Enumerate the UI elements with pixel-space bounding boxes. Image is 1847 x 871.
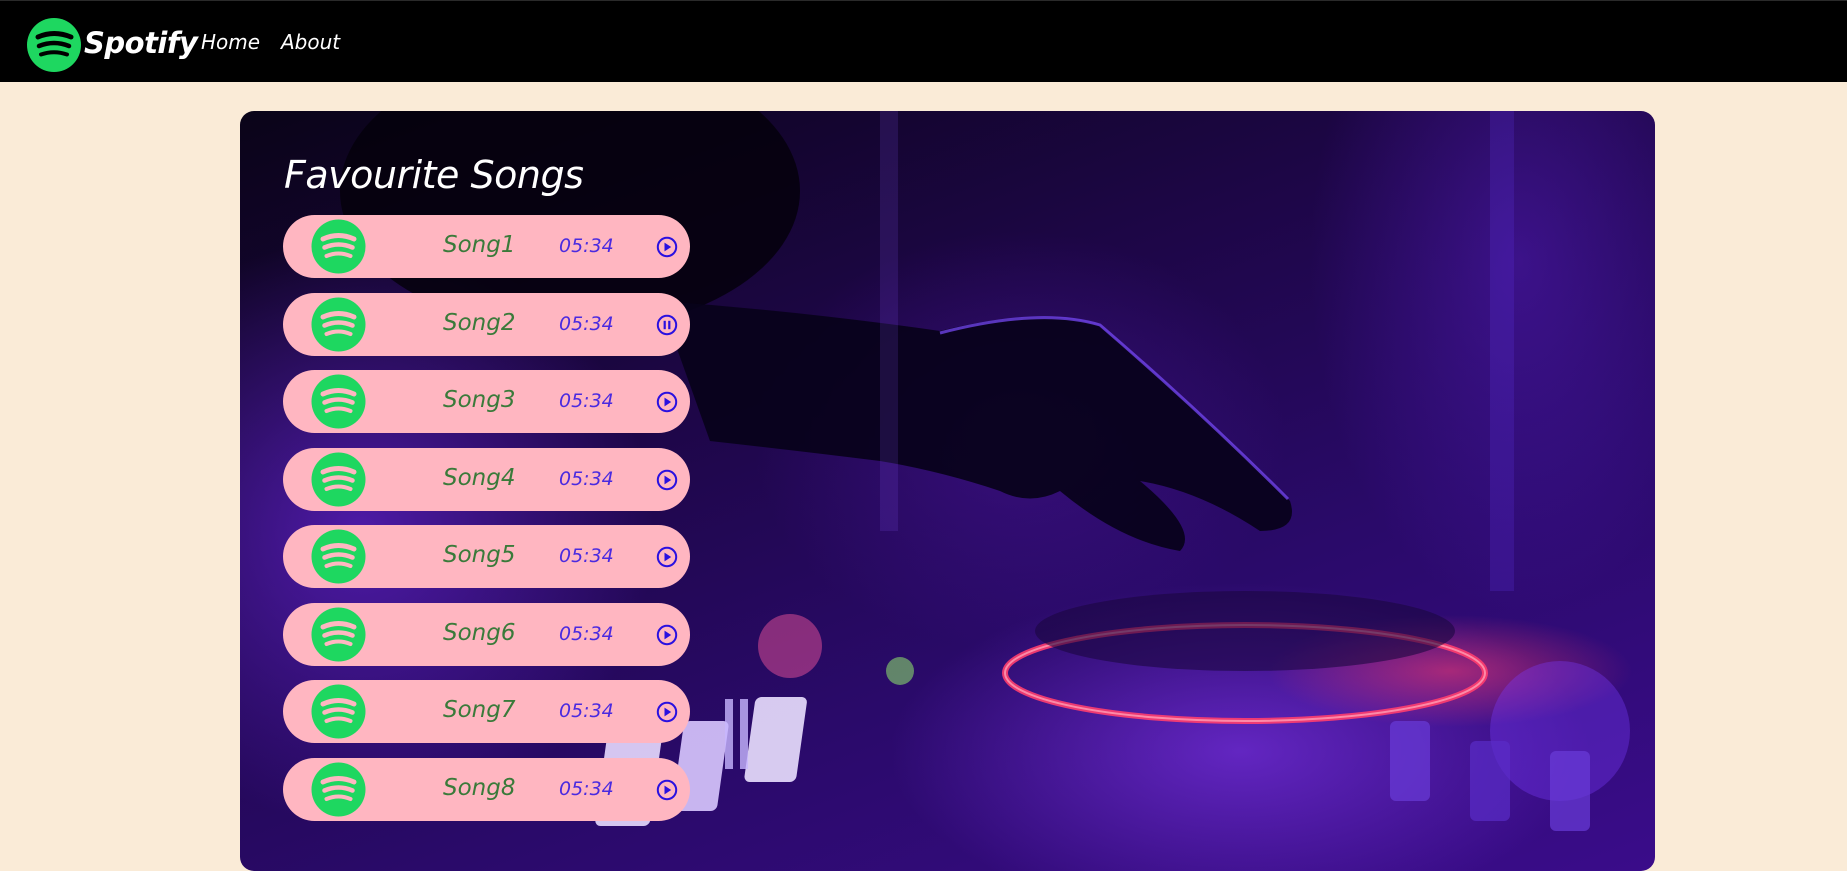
spotify-logo-icon bbox=[311, 529, 366, 584]
spotify-logo-icon bbox=[311, 684, 366, 739]
page-title: Favourite Songs bbox=[284, 153, 584, 197]
nav-home-link[interactable]: Home bbox=[201, 30, 260, 54]
song-duration: 05:34 bbox=[559, 467, 614, 490]
song-duration: 05:34 bbox=[559, 777, 614, 800]
play-circle-icon[interactable] bbox=[656, 546, 678, 568]
play-circle-icon[interactable] bbox=[656, 624, 678, 646]
song-item-1[interactable]: Song1 05:34 bbox=[283, 215, 690, 278]
spotify-logo-icon bbox=[311, 762, 366, 816]
pause-circle-icon[interactable] bbox=[656, 314, 678, 336]
song-duration: 05:34 bbox=[559, 700, 614, 722]
song-item-3[interactable]: Song3 05:34 bbox=[283, 370, 690, 433]
song-item-5[interactable]: Song5 05:34 bbox=[283, 525, 690, 588]
spotify-logo-icon bbox=[311, 452, 366, 506]
spotify-logo-icon bbox=[311, 374, 366, 429]
song-list: Song1 05:34 Song2 05:34 Song3 05:34 Song… bbox=[283, 215, 691, 835]
song-name: Song6 bbox=[443, 619, 516, 646]
song-item-7[interactable]: Song7 05:34 bbox=[283, 680, 690, 743]
song-name: Song3 bbox=[443, 387, 516, 413]
brand[interactable]: Spotify bbox=[26, 15, 198, 75]
play-circle-icon[interactable] bbox=[656, 701, 678, 723]
song-name: Song8 bbox=[443, 774, 516, 801]
song-duration: 05:34 bbox=[559, 622, 614, 645]
song-name: Song1 bbox=[443, 232, 516, 258]
song-name: Song4 bbox=[443, 464, 516, 491]
song-item-6[interactable]: Song6 05:34 bbox=[283, 602, 690, 666]
song-duration: 05:34 bbox=[559, 235, 614, 257]
spotify-logo-icon bbox=[311, 219, 366, 274]
song-item-4[interactable]: Song4 05:34 bbox=[283, 447, 690, 511]
play-circle-icon[interactable] bbox=[656, 391, 678, 413]
brand-name: Spotify bbox=[84, 26, 198, 60]
play-circle-icon[interactable] bbox=[656, 469, 678, 491]
hero-panel: Favourite Songs Song1 05:34 Song2 05:34 … bbox=[240, 111, 1655, 871]
song-duration: 05:34 bbox=[559, 545, 614, 567]
spotify-logo-icon bbox=[27, 18, 81, 72]
spotify-logo-icon bbox=[311, 297, 366, 351]
song-item-2[interactable]: Song2 05:34 bbox=[283, 292, 690, 356]
song-duration: 05:34 bbox=[559, 312, 614, 335]
song-item-8[interactable]: Song8 05:34 bbox=[283, 757, 690, 821]
song-name: Song7 bbox=[443, 697, 516, 723]
spotify-logo-icon bbox=[311, 607, 366, 661]
navbar: Spotify Home About bbox=[0, 0, 1847, 82]
play-circle-icon[interactable] bbox=[656, 236, 678, 258]
song-duration: 05:34 bbox=[559, 390, 614, 412]
song-name: Song5 bbox=[443, 542, 516, 568]
nav-about-link[interactable]: About bbox=[281, 30, 340, 54]
song-name: Song2 bbox=[443, 309, 516, 336]
play-circle-icon[interactable] bbox=[656, 779, 678, 801]
